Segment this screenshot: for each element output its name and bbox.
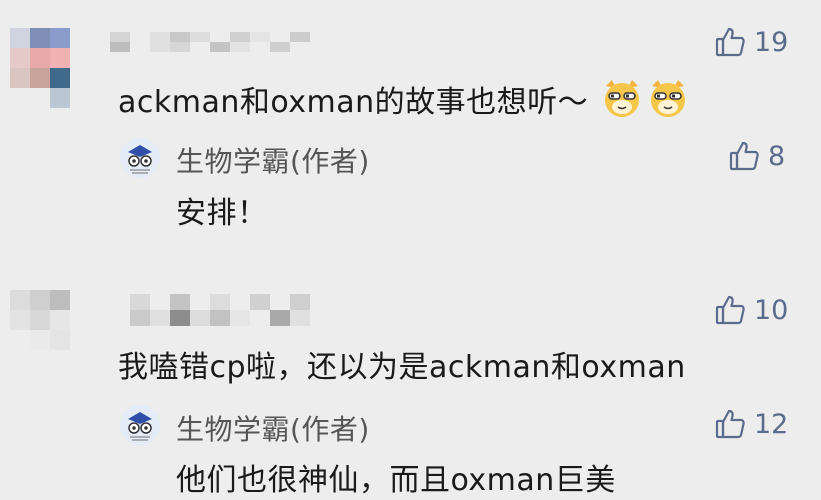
- reply-author-name[interactable]: 生物学霸(作者): [176, 140, 370, 180]
- like-count: 10: [754, 294, 789, 326]
- reply-text: 安排！: [176, 196, 268, 231]
- doge-emoji-icon: [605, 80, 640, 117]
- thumbs-up-icon: [715, 409, 745, 439]
- owl-avatar-icon: [120, 405, 160, 445]
- thumbs-up-icon: [715, 27, 745, 57]
- reply-like-button[interactable]: 8: [728, 140, 785, 172]
- like-button[interactable]: 19: [714, 26, 788, 58]
- reply-text: 他们也很神仙，而且oxman巨美: [176, 463, 616, 498]
- thumbs-up-icon: [715, 295, 745, 325]
- reply-author-name[interactable]: 生物学霸(作者): [176, 408, 370, 448]
- like-button[interactable]: 10: [714, 294, 788, 326]
- author-avatar[interactable]: [120, 138, 160, 178]
- user-avatar[interactable]: [10, 290, 90, 370]
- user-name[interactable]: [110, 32, 350, 52]
- thumbs-up-icon: [729, 141, 759, 171]
- comment-text: ackman和oxman的故事也想听～: [118, 76, 690, 121]
- doge-emoji-icon: [651, 80, 686, 117]
- comment-text: 我嗑错cp啦，还以为是ackman和oxman: [118, 350, 686, 385]
- like-count: 19: [754, 26, 789, 58]
- user-name[interactable]: [110, 294, 350, 326]
- like-count: 8: [768, 140, 786, 172]
- like-count: 12: [754, 408, 789, 440]
- reply-like-button[interactable]: 12: [714, 408, 788, 440]
- author-avatar[interactable]: [120, 405, 160, 445]
- user-avatar[interactable]: [10, 28, 90, 108]
- owl-avatar-icon: [120, 138, 160, 178]
